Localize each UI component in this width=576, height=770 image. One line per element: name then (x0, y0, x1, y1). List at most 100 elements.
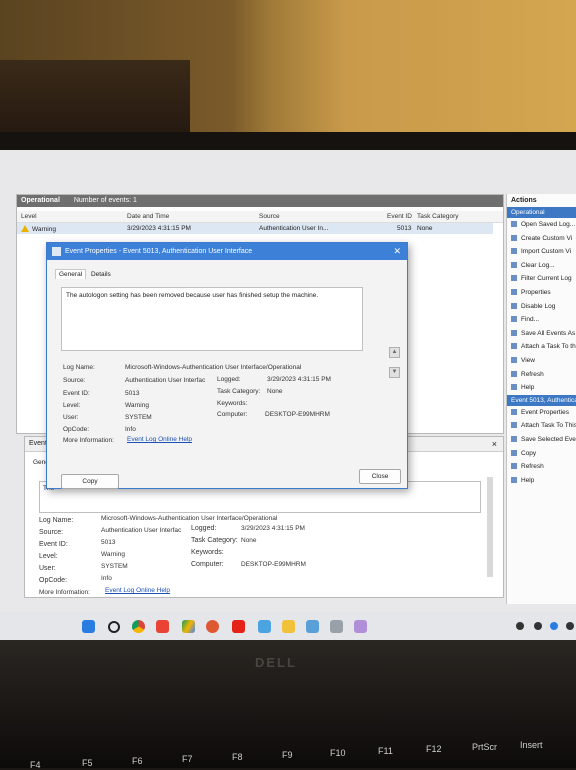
dialog-event-log-help-link[interactable]: Event Log Online Help (127, 436, 192, 443)
action-label: View (521, 356, 535, 364)
tab-details[interactable]: Details (88, 270, 114, 279)
action-label: Refresh (521, 463, 544, 471)
column-level[interactable]: Level (21, 213, 37, 220)
action-item-11[interactable]: Refresh (507, 368, 576, 382)
event-row[interactable]: Warning 3/29/2023 4:31:15 PM Authenticat… (17, 223, 493, 234)
actions-section-event[interactable]: Event 5013, Authenticat (507, 394, 576, 406)
action-icon (511, 449, 517, 456)
action-label: Clear Log... (521, 261, 555, 269)
action-label: Properties (521, 288, 551, 296)
action-icon (511, 476, 517, 483)
action-item-7[interactable]: Find... (507, 313, 576, 327)
action-item-3[interactable]: Clear Log... (507, 259, 576, 273)
screen: Operational Number of events: 1 Level Da… (0, 150, 576, 650)
detail-log-name: Microsoft-Windows-Authentication User In… (101, 515, 278, 522)
action-label: Event Properties (521, 408, 570, 416)
event-action-item-4[interactable]: Refresh (507, 460, 576, 474)
detail-close-icon[interactable]: × (492, 437, 497, 451)
action-item-2[interactable]: Import Custom Vi (507, 245, 576, 259)
action-icon (511, 316, 517, 323)
row-event-id: 5013 (397, 225, 412, 232)
dialog-computer-label: Computer: (217, 411, 248, 418)
dialog-titlebar[interactable]: Event Properties - Event 5013, Authentic… (47, 243, 407, 260)
dialog-logged: 3/29/2023 4:31:15 PM (267, 376, 331, 383)
duckduckgo-icon[interactable] (206, 620, 219, 633)
event-action-item-3[interactable]: Copy (507, 447, 576, 461)
next-event-icon[interactable]: ▼ (389, 367, 400, 378)
column-task-category[interactable]: Task Category (417, 213, 459, 220)
app-icon[interactable] (258, 620, 271, 633)
dialog-close-icon[interactable]: ✕ (393, 243, 401, 260)
dialog-logged-label: Logged: (217, 376, 241, 383)
action-icon (511, 329, 517, 336)
action-label: Open Saved Log... (521, 221, 576, 228)
dialog-level: Warning (125, 402, 149, 409)
action-item-5[interactable]: Properties (507, 286, 576, 300)
dialog-log-name: Microsoft-Windows-Authentication User In… (125, 364, 302, 371)
key-f6: F6 (132, 756, 143, 766)
detail-event-log-help-link[interactable]: Event Log Online Help (105, 587, 170, 594)
action-item-6[interactable]: Disable Log (507, 300, 576, 314)
event-action-item-1[interactable]: Attach Task To This (507, 419, 576, 433)
app-icon[interactable] (330, 620, 343, 633)
actions-section-operational[interactable]: Operational (507, 207, 576, 218)
action-item-9[interactable]: Attach a Task To th (507, 340, 576, 354)
app-icon[interactable] (354, 620, 367, 633)
tray-icon[interactable] (550, 622, 558, 630)
search-icon[interactable] (108, 621, 120, 633)
event-action-item-2[interactable]: Save Selected Even (507, 433, 576, 447)
column-event-id[interactable]: Event ID (387, 213, 412, 220)
google-drive-icon[interactable] (182, 620, 195, 633)
youtube-icon[interactable] (232, 620, 245, 633)
action-item-8[interactable]: Save All Events As (507, 327, 576, 341)
column-date-time[interactable]: Date and Time (127, 213, 169, 220)
column-source[interactable]: Source (259, 213, 280, 220)
action-label: Copy (521, 449, 537, 457)
event-properties-dialog: Event Properties - Event 5013, Authentic… (46, 242, 408, 489)
copy-button[interactable]: Copy (61, 474, 119, 489)
action-item-4[interactable]: Filter Current Log (507, 272, 576, 286)
row-datetime: 3/29/2023 4:31:15 PM (127, 225, 191, 232)
action-icon (511, 234, 517, 241)
chrome-icon[interactable] (132, 620, 145, 633)
action-item-10[interactable]: View (507, 354, 576, 368)
actions-title: Actions (511, 197, 537, 204)
event-action-item-5[interactable]: Help (507, 474, 576, 488)
event-action-item-0[interactable]: Event Properties (507, 406, 576, 420)
action-icon (511, 261, 517, 268)
dialog-opcode-label: OpCode: (63, 426, 90, 433)
detail-logged: 3/29/2023 4:31:15 PM (241, 525, 305, 532)
dialog-task-category: None (267, 388, 283, 395)
detail-computer: DESKTOP-E99MHRM (241, 561, 306, 568)
event-list-header: Operational Number of events: 1 (17, 195, 503, 207)
action-icon (511, 356, 517, 363)
action-item-12[interactable]: Help (507, 381, 576, 395)
action-icon (511, 221, 517, 227)
close-button[interactable]: Close (359, 469, 401, 484)
dialog-event-id: 5013 (125, 390, 140, 397)
action-icon (511, 463, 517, 470)
previous-event-icon[interactable]: ▲ (389, 347, 400, 358)
detail-scrollbar[interactable] (487, 477, 493, 577)
key-prtscr: PrtScr (472, 742, 498, 752)
windows-start-icon[interactable] (82, 620, 95, 633)
file-explorer-icon[interactable] (282, 620, 295, 633)
dialog-title: Event Properties - Event 5013, Authentic… (65, 248, 253, 255)
action-item-0[interactable]: Open Saved Log... (507, 218, 576, 232)
network-icon[interactable] (534, 622, 542, 630)
action-label: Save All Events As (521, 329, 576, 337)
tab-general[interactable]: General (55, 269, 87, 279)
key-f4: F4 (30, 760, 41, 770)
actions-list-operational: Open Saved Log... Create Custom Vi Import … (507, 218, 576, 395)
event-viewer-icon[interactable] (306, 620, 319, 633)
dialog-more-info-label: More Information: (63, 437, 114, 444)
key-f7: F7 (182, 754, 193, 764)
key-f12: F12 (426, 744, 442, 754)
row-source: Authentication User In... (259, 225, 329, 232)
action-label: Help (521, 476, 535, 484)
tray-icon[interactable] (566, 622, 574, 630)
gmail-icon[interactable] (156, 620, 169, 633)
tray-icon[interactable] (516, 622, 524, 630)
action-item-1[interactable]: Create Custom Vi (507, 232, 576, 246)
detail-event-id-label: Event ID: (39, 541, 68, 548)
